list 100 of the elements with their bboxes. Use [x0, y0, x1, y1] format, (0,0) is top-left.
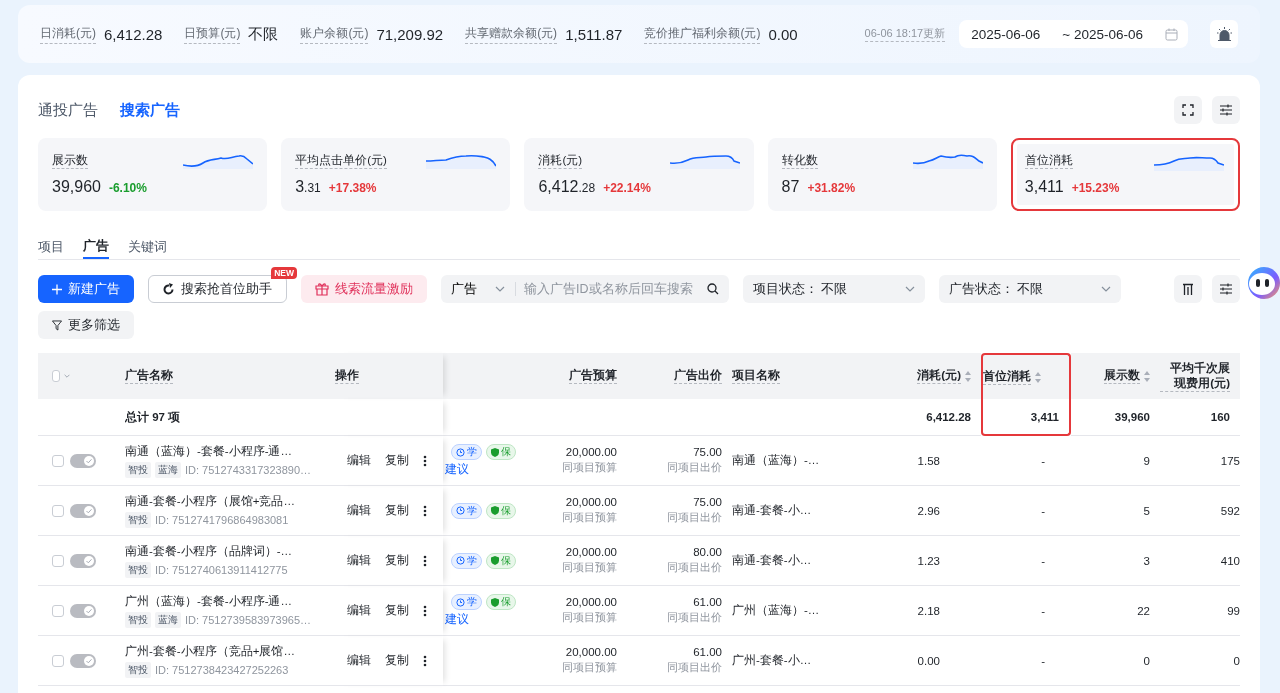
ad-name[interactable]: 南通-套餐-小程序（品牌词）-… [125, 543, 292, 559]
metric-card[interactable]: 平均点击单价(元) 3.31 +17.38% [281, 138, 511, 211]
suggestion-link[interactable]: 建议 [443, 462, 469, 477]
settings-button[interactable] [1212, 275, 1240, 303]
row-action-link[interactable]: 复制 [385, 653, 409, 668]
assistant-button[interactable]: 搜索抢首位助手 [148, 275, 287, 303]
status-filter-select[interactable]: 广告状态： 不限 [939, 275, 1121, 303]
metric-change: +22.14% [603, 181, 651, 195]
row-action-link[interactable]: 编辑 [347, 653, 371, 668]
table-cell: 175 [1160, 436, 1240, 486]
level-tab[interactable]: 广告 [83, 235, 109, 259]
shield-icon [491, 556, 499, 565]
filter-icon [52, 319, 62, 331]
project-name: 广州-套餐-小… [732, 636, 850, 686]
clock-icon [456, 447, 465, 457]
row-checkbox[interactable] [52, 454, 64, 467]
ad-type-tab[interactable]: 搜索广告 [120, 100, 180, 120]
column-header: 广告出价 [627, 353, 732, 399]
bid-value: 61.00 [693, 596, 722, 608]
select-all-checkbox[interactable] [52, 370, 60, 382]
row-action-link[interactable]: 复制 [385, 503, 409, 518]
ad-toggle-switch[interactable] [70, 503, 96, 518]
alarm-light-button[interactable] [1210, 20, 1238, 48]
ad-name[interactable]: 广州（蓝海）-套餐-小程序-通… [125, 593, 292, 609]
metric-value: 3,411 [1024, 178, 1064, 196]
level-tab[interactable]: 项目 [38, 235, 64, 259]
more-icon[interactable] [423, 654, 427, 667]
row-action-link[interactable]: 复制 [385, 453, 409, 468]
table-cell: 1.23 [850, 536, 981, 586]
row-action-link[interactable]: 编辑 [347, 603, 371, 618]
column-header[interactable]: 展示数 [1071, 353, 1160, 399]
search-icon [707, 283, 719, 295]
ad-toggle-switch[interactable] [70, 653, 96, 668]
incentive-button[interactable]: 线索流量激励 [301, 275, 427, 303]
more-filters-button[interactable]: 更多筛选 [38, 311, 134, 339]
more-icon[interactable] [423, 604, 427, 617]
status-filter-select[interactable]: 项目状态： 不限 [743, 275, 925, 303]
fullscreen-icon [1182, 104, 1194, 116]
metric-change: +31.82% [807, 181, 856, 195]
metric-value: 39,960 [52, 178, 101, 196]
new-ad-button[interactable]: 新建广告 [38, 275, 134, 303]
metric-label: 消耗(元) [538, 153, 583, 169]
row-action-link[interactable]: 编辑 [347, 503, 371, 518]
bid-value: 61.00 [693, 646, 722, 658]
ad-name[interactable]: 广州-套餐-小程序（竞品+展馆… [125, 643, 295, 659]
metric-card[interactable]: 展示数 39,960 -6.10% [38, 138, 268, 211]
ad-type-tab[interactable]: 通投广告 [38, 100, 98, 120]
column-header: 项目名称 [732, 353, 850, 399]
learning-status-tag: 学 [451, 552, 482, 569]
metric-label: 首位消耗 [1024, 153, 1073, 169]
bid-value: 75.00 [693, 446, 722, 458]
suggestion-link[interactable]: 建议 [443, 612, 469, 627]
metric-value: 6,412.28 [538, 178, 596, 196]
row-checkbox[interactable] [52, 504, 64, 517]
column-header[interactable]: 首位消耗 [981, 353, 1071, 399]
column-header: 操作 [335, 353, 443, 399]
refresh-arrow-icon [163, 283, 175, 295]
row-action-link[interactable]: 编辑 [347, 553, 371, 568]
bid-note: 同项目出价 [667, 660, 722, 675]
learning-status-tag: 学 [451, 444, 482, 460]
ad-id: ID: 7512740613911412775 [155, 563, 288, 576]
level-tab[interactable]: 关键词 [128, 235, 167, 259]
metric-change: -6.10% [108, 181, 147, 195]
metric-card[interactable]: 消耗(元) 6,412.28 +22.14% [524, 138, 754, 211]
table-cell: 0 [1160, 636, 1240, 686]
row-action-link[interactable]: 编辑 [347, 453, 371, 468]
row-checkbox[interactable] [52, 554, 64, 567]
more-icon[interactable] [423, 454, 427, 467]
metric-label: 转化数 [781, 153, 818, 169]
budget-value: 20,000.00 [565, 446, 617, 458]
fullscreen-button[interactable] [1174, 96, 1202, 124]
total-cell: 6,412.28 [850, 399, 981, 436]
ad-name[interactable]: 南通（蓝海）-套餐-小程序-通… [125, 443, 292, 459]
more-icon[interactable] [423, 554, 427, 567]
table-cell: 9 [1071, 436, 1160, 486]
more-icon[interactable] [423, 504, 427, 517]
row-checkbox[interactable] [52, 604, 64, 617]
sort-icon[interactable] [1035, 371, 1041, 383]
date-range-picker[interactable]: 2025-06-06 ~ 2025-06-06 [959, 20, 1188, 48]
table-cell: 3 [1071, 536, 1160, 586]
shield-icon [491, 506, 499, 515]
shield-icon [491, 597, 499, 607]
ad-toggle-switch[interactable] [70, 553, 96, 568]
ad-toggle-switch[interactable] [70, 453, 96, 468]
sort-icon[interactable] [965, 370, 971, 382]
ad-name[interactable]: 南通-套餐-小程序（展馆+竞品… [125, 493, 295, 509]
row-action-link[interactable]: 复制 [385, 553, 409, 568]
search-scope-select[interactable]: 广告 [441, 282, 516, 296]
settings-button[interactable] [1212, 96, 1240, 124]
row-action-link[interactable]: 复制 [385, 603, 409, 618]
calendar-icon [1165, 27, 1178, 41]
row-checkbox[interactable] [52, 654, 64, 667]
ad-toggle-switch[interactable] [70, 603, 96, 618]
column-header[interactable]: 消耗(元) [850, 353, 981, 399]
search-field[interactable]: 广告 输入广告ID或名称后回车搜索 [441, 275, 729, 303]
columns-button[interactable] [1174, 275, 1202, 303]
assistant-robot-icon[interactable] [1246, 265, 1280, 301]
metric-card[interactable]: 首位消耗 3,411 +15.23% [1010, 138, 1240, 211]
sort-icon[interactable] [1144, 370, 1150, 382]
metric-card[interactable]: 转化数 87 +31.82% [767, 138, 997, 211]
